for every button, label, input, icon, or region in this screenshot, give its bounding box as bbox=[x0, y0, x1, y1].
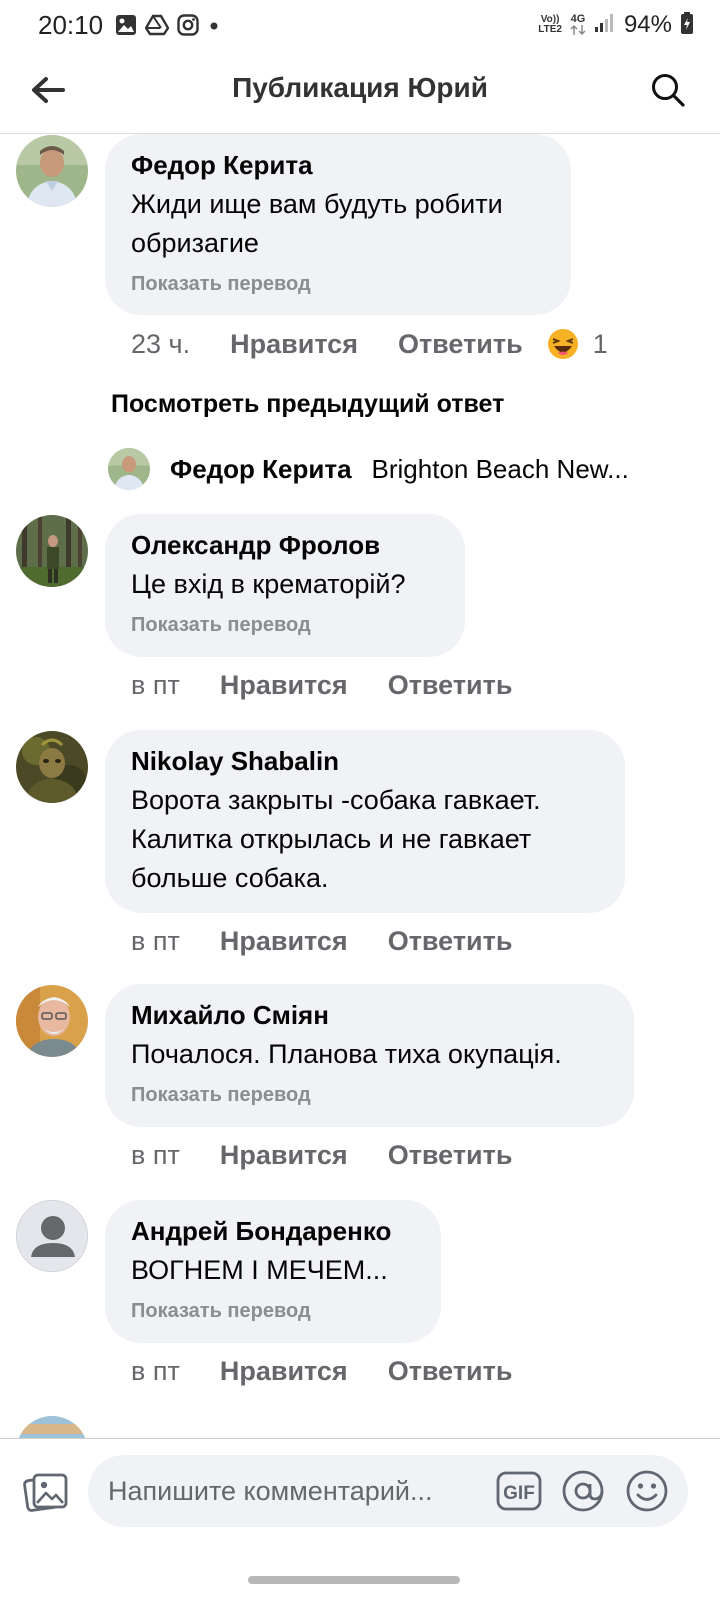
add-photo-button[interactable] bbox=[22, 1469, 70, 1517]
like-button[interactable]: Нравится bbox=[220, 926, 348, 957]
data-arrows-icon bbox=[570, 24, 586, 36]
like-button[interactable]: Нравится bbox=[220, 1140, 348, 1171]
photo-icon bbox=[23, 1473, 68, 1512]
avatar[interactable] bbox=[16, 985, 88, 1057]
volte-indicator: Vo)) LTE2 bbox=[538, 14, 562, 35]
svg-text:GIF: GIF bbox=[503, 1483, 535, 1504]
comment-actions: в пт Нравится Ответить bbox=[131, 1356, 552, 1387]
comment-text: Почалося. Планова тиха окупація. bbox=[131, 1039, 562, 1069]
comment-time[interactable]: в пт bbox=[131, 670, 180, 701]
gif-button[interactable]: GIF bbox=[496, 1468, 542, 1514]
comment-time[interactable]: в пт bbox=[131, 926, 180, 957]
drive-notification-icon bbox=[145, 14, 170, 36]
avatar[interactable] bbox=[108, 448, 150, 490]
comment-time[interactable]: 23 ч. bbox=[131, 329, 190, 360]
avatar[interactable] bbox=[16, 515, 88, 587]
search-button[interactable] bbox=[646, 68, 690, 112]
reply-button[interactable]: Ответить bbox=[388, 1356, 513, 1387]
comment-bubble[interactable]: Михайло Сміян Почалося. Планова тиха оку… bbox=[105, 984, 634, 1127]
haha-emoji-icon bbox=[547, 329, 578, 359]
comment-bubble[interactable]: Олександр Фролов Це вхід в крематорій? П… bbox=[105, 514, 465, 657]
comment-text: Це вхід в крематорій? bbox=[131, 569, 406, 599]
reaction-summary[interactable]: 1 bbox=[547, 328, 608, 360]
comment-author[interactable]: Андрей Бондаренко bbox=[131, 1216, 415, 1247]
show-translation-link[interactable]: Показать перевод bbox=[131, 614, 439, 637]
data-indicator: 4G bbox=[570, 14, 586, 36]
reply-author[interactable]: Федор Керита bbox=[170, 454, 352, 485]
gif-icon: GIF bbox=[496, 1471, 542, 1511]
default-avatar-icon bbox=[17, 1201, 87, 1271]
signal-icon bbox=[594, 12, 616, 39]
like-button[interactable]: Нравится bbox=[220, 1356, 348, 1387]
reply-text: Brighton Beach New... bbox=[371, 453, 629, 484]
search-icon bbox=[652, 74, 685, 107]
reply-button[interactable]: Ответить bbox=[388, 926, 513, 957]
comment-actions: в пт Нравится Ответить bbox=[131, 1140, 552, 1171]
comment-author[interactable]: Федор Керита bbox=[131, 150, 545, 181]
at-sign-icon bbox=[562, 1470, 604, 1512]
comment-composer: Напишите комментарий... GIF bbox=[0, 1438, 720, 1548]
smiley-icon bbox=[626, 1470, 668, 1512]
emoji-button[interactable] bbox=[624, 1468, 670, 1514]
comment-input-placeholder: Напишите комментарий... bbox=[108, 1475, 433, 1506]
reply-button[interactable]: Ответить bbox=[398, 329, 523, 360]
status-time: 20:10 bbox=[38, 9, 104, 40]
comment-time[interactable]: в пт bbox=[131, 1356, 180, 1387]
comment-time[interactable]: в пт bbox=[131, 1140, 180, 1171]
gallery-notification-icon bbox=[115, 14, 137, 36]
view-previous-replies-link[interactable]: Посмотреть предыдущий ответ bbox=[111, 390, 504, 419]
comment-author[interactable]: Nikolay Shabalin bbox=[131, 746, 599, 777]
comment-actions: в пт Нравится Ответить bbox=[131, 926, 552, 957]
avatar[interactable] bbox=[16, 731, 88, 803]
show-translation-link[interactable]: Показать перевод bbox=[131, 1084, 608, 1107]
mention-button[interactable] bbox=[560, 1468, 606, 1514]
comment-input[interactable]: Напишите комментарий... GIF bbox=[88, 1455, 688, 1527]
like-button[interactable]: Нравится bbox=[220, 670, 348, 701]
comment-bubble[interactable]: Nikolay Shabalin Ворота закрыты -собака … bbox=[105, 730, 625, 913]
comment-actions: в пт Нравится Ответить bbox=[131, 670, 552, 701]
comment-author[interactable]: Олександр Фролов bbox=[131, 530, 439, 561]
composer-actions: GIF bbox=[496, 1455, 670, 1527]
avatar[interactable] bbox=[16, 1416, 88, 1438]
comments-feed[interactable]: Федор Керита Жиди ище вам будуть робити … bbox=[0, 134, 720, 1438]
avatar[interactable] bbox=[16, 135, 88, 207]
reply-button[interactable]: Ответить bbox=[388, 670, 513, 701]
app-header: Публикация Юрий bbox=[0, 50, 720, 134]
reaction-count: 1 bbox=[592, 328, 608, 359]
page-title: Публикация Юрий bbox=[232, 72, 488, 103]
comment-author[interactable]: Михайло Сміян bbox=[131, 1000, 608, 1031]
status-bar: 20:10 Vo)) LTE2 4G 94% bbox=[0, 0, 720, 50]
notification-icons bbox=[115, 14, 221, 36]
instagram-notification-icon bbox=[177, 14, 199, 36]
reply-preview[interactable]: Федор Керита Brighton Beach New... bbox=[108, 448, 708, 490]
battery-icon bbox=[680, 11, 694, 40]
battery-percent: 94% bbox=[623, 11, 672, 38]
comment-text: Жиди ище вам будуть робити обризагие bbox=[131, 189, 503, 258]
show-translation-link[interactable]: Показать перевод bbox=[131, 273, 545, 296]
comment-text: ВОГНЕМ І МЕЧЕМ... bbox=[131, 1255, 388, 1285]
comment-actions: 23 ч. Нравится Ответить 1 bbox=[131, 328, 608, 360]
status-right: Vo)) LTE2 4G 94% bbox=[538, 11, 694, 40]
more-notifications-dot-icon bbox=[207, 14, 221, 36]
comment-text: Ворота закрыты -собака гавкает. Калитка … bbox=[131, 785, 541, 893]
comment-bubble[interactable]: Федор Керита Жиди ище вам будуть робити … bbox=[105, 134, 571, 315]
reply-button[interactable]: Ответить bbox=[388, 1140, 513, 1171]
comment-bubble[interactable]: Андрей Бондаренко ВОГНЕМ І МЕЧЕМ... Пока… bbox=[105, 1200, 441, 1343]
gesture-nav-handle[interactable] bbox=[248, 1576, 460, 1584]
show-translation-link[interactable]: Показать перевод bbox=[131, 1300, 415, 1323]
like-button[interactable]: Нравится bbox=[230, 329, 358, 360]
avatar[interactable] bbox=[16, 1200, 88, 1272]
